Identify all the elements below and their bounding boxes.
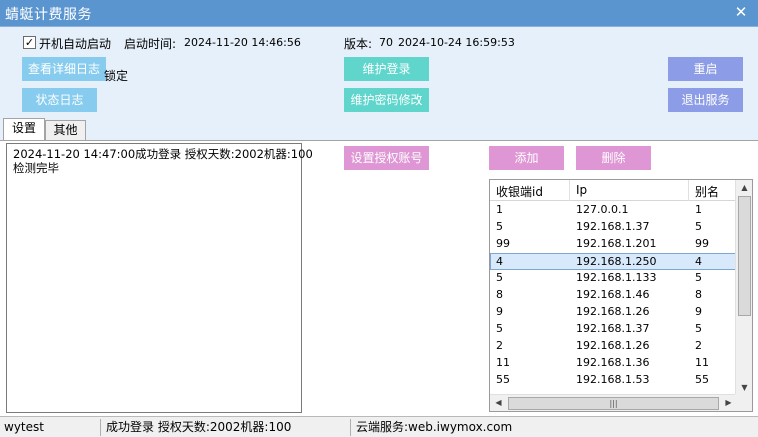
table-cell: 4	[695, 255, 702, 268]
tab-settings[interactable]: 设置	[3, 118, 45, 140]
column-divider[interactable]	[569, 180, 570, 201]
version-label: 版本:	[344, 37, 373, 51]
table-cell: 192.168.1.36	[576, 356, 650, 369]
table-row[interactable]: 1 127.0.0.1 1	[490, 202, 736, 219]
vertical-scrollbar[interactable]: ▲ ▼	[735, 180, 752, 396]
set-auth-account-button[interactable]: 设置授权账号	[344, 146, 429, 170]
table-cell: 8	[695, 288, 702, 301]
start-time-value: 2024-11-20 14:46:56	[184, 36, 301, 49]
log-textbox[interactable]: 2024-11-20 14:47:00成功登录 授权天数:2002机器:100 …	[6, 143, 313, 413]
arrow-left-icon[interactable]: ◀	[490, 395, 507, 411]
delete-button[interactable]: 删除	[576, 146, 651, 170]
version-date: 2024-10-24 16:59:53	[398, 36, 515, 49]
status-divider	[350, 419, 351, 436]
table-cell: 1	[695, 203, 702, 216]
table-row[interactable]: 5 192.168.1.37 5	[490, 321, 736, 338]
table-cell: 192.168.1.26	[576, 305, 650, 318]
table-row[interactable]: 11 192.168.1.36 11	[490, 355, 736, 372]
table-cell: 9	[496, 305, 503, 318]
client-list[interactable]: 收银端id Ip 别名 1 127.0.0.1 1 5 192.168.1.37 5 99 1…	[489, 179, 753, 412]
horizontal-scroll-thumb[interactable]: |||	[508, 397, 719, 410]
status-bar: wytest 成功登录 授权天数:2002机器:100 云端服务:web.iwy…	[0, 416, 758, 437]
view-detailed-log-button[interactable]: 查看详细日志	[22, 57, 106, 81]
autostart-label[interactable]: 开机自动启动	[39, 35, 111, 52]
table-cell: 4	[496, 255, 503, 268]
table-cell: 2	[496, 339, 503, 352]
table-cell: 5	[695, 322, 702, 335]
table-cell: 5	[695, 220, 702, 233]
table-row[interactable]: 2 192.168.1.26 2	[490, 338, 736, 355]
table-cell: 192.168.1.250	[576, 255, 657, 268]
table-row[interactable]: 55 192.168.1.53 55	[490, 372, 736, 389]
window-title: 蜻蜓计费服务	[5, 7, 92, 23]
status-user: wytest	[4, 420, 44, 434]
table-cell: 55	[695, 373, 709, 386]
table-cell: 5	[496, 220, 503, 233]
table-cell: 99	[695, 237, 709, 250]
tab-strip: 设置 其他	[0, 118, 758, 140]
status-message: 成功登录 授权天数:2002机器:100	[106, 420, 292, 434]
column-header-client-id[interactable]: 收银端id	[496, 183, 543, 200]
column-divider[interactable]	[688, 180, 689, 201]
table-cell: 127.0.0.1	[576, 203, 629, 216]
status-log-button[interactable]: 状态日志	[22, 88, 97, 112]
list-body: 1 127.0.0.1 1 5 192.168.1.37 5 99 192.168.1.201…	[490, 202, 736, 389]
add-button[interactable]: 添加	[489, 146, 564, 170]
table-cell: 5	[695, 271, 702, 284]
table-row[interactable]: 9 192.168.1.26 9	[490, 304, 736, 321]
table-row[interactable]: 99 192.168.1.201 99	[490, 236, 736, 253]
vertical-scroll-thumb[interactable]	[738, 196, 751, 316]
table-cell: 1	[496, 203, 503, 216]
log-line: 2024-11-20 14:47:00成功登录 授权天数:2002机器:100	[13, 147, 313, 161]
autostart-checkbox[interactable]: ✓	[23, 36, 36, 49]
log-line: 检测完毕	[13, 161, 59, 175]
table-cell: 192.168.1.37	[576, 220, 650, 233]
close-icon[interactable]: ✕	[732, 2, 750, 22]
scroll-corner	[735, 394, 752, 411]
table-cell: 192.168.1.26	[576, 339, 650, 352]
settings-panel: 2024-11-20 14:47:00成功登录 授权天数:2002机器:100 …	[0, 140, 758, 416]
title-bar[interactable]: 蜻蜓计费服务 ✕	[0, 0, 758, 26]
table-row[interactable]: 5 192.168.1.37 5	[490, 219, 736, 236]
lock-label: 锁定	[104, 69, 129, 83]
list-header: 收银端id Ip 别名	[490, 180, 736, 201]
table-cell: 192.168.1.133	[576, 271, 657, 284]
table-row[interactable]: 4 192.168.1.250 4	[490, 253, 736, 270]
status-cloud-service: 云端服务:web.iwymox.com	[356, 420, 513, 434]
maintain-password-button[interactable]: 维护密码修改	[344, 88, 429, 112]
table-row[interactable]: 8 192.168.1.46 8	[490, 287, 736, 304]
column-header-alias[interactable]: 别名	[695, 183, 719, 200]
table-cell: 192.168.1.37	[576, 322, 650, 335]
tab-other[interactable]: 其他	[45, 120, 86, 140]
table-cell: 11	[695, 356, 709, 369]
exit-service-button[interactable]: 退出服务	[668, 88, 743, 112]
table-cell: 192.168.1.201	[576, 237, 657, 250]
top-panel: ✓ 开机自动启动 启动时间: 2024-11-20 14:46:56 版本: 7…	[0, 26, 758, 118]
table-cell: 5	[496, 322, 503, 335]
table-cell: 8	[496, 288, 503, 301]
version-value: 70	[379, 36, 393, 49]
table-row[interactable]: 5 192.168.1.133 5	[490, 270, 736, 287]
maintain-login-button[interactable]: 维护登录	[344, 57, 429, 81]
column-header-ip[interactable]: Ip	[576, 183, 587, 197]
restart-button[interactable]: 重启	[668, 57, 743, 81]
table-cell: 9	[695, 305, 702, 318]
status-divider	[100, 419, 101, 436]
start-time-label: 启动时间:	[124, 37, 177, 51]
table-cell: 2	[695, 339, 702, 352]
horizontal-scrollbar[interactable]: ◀ ||| ▶	[490, 394, 737, 411]
app-window: 蜻蜓计费服务 ✕ ✓ 开机自动启动 启动时间: 2024-11-20 14:46…	[0, 0, 758, 437]
table-cell: 55	[496, 373, 510, 386]
table-cell: 192.168.1.53	[576, 373, 650, 386]
table-cell: 99	[496, 237, 510, 250]
table-cell: 11	[496, 356, 510, 369]
table-cell: 192.168.1.46	[576, 288, 650, 301]
table-cell: 5	[496, 271, 503, 284]
arrow-up-icon[interactable]: ▲	[736, 180, 752, 196]
